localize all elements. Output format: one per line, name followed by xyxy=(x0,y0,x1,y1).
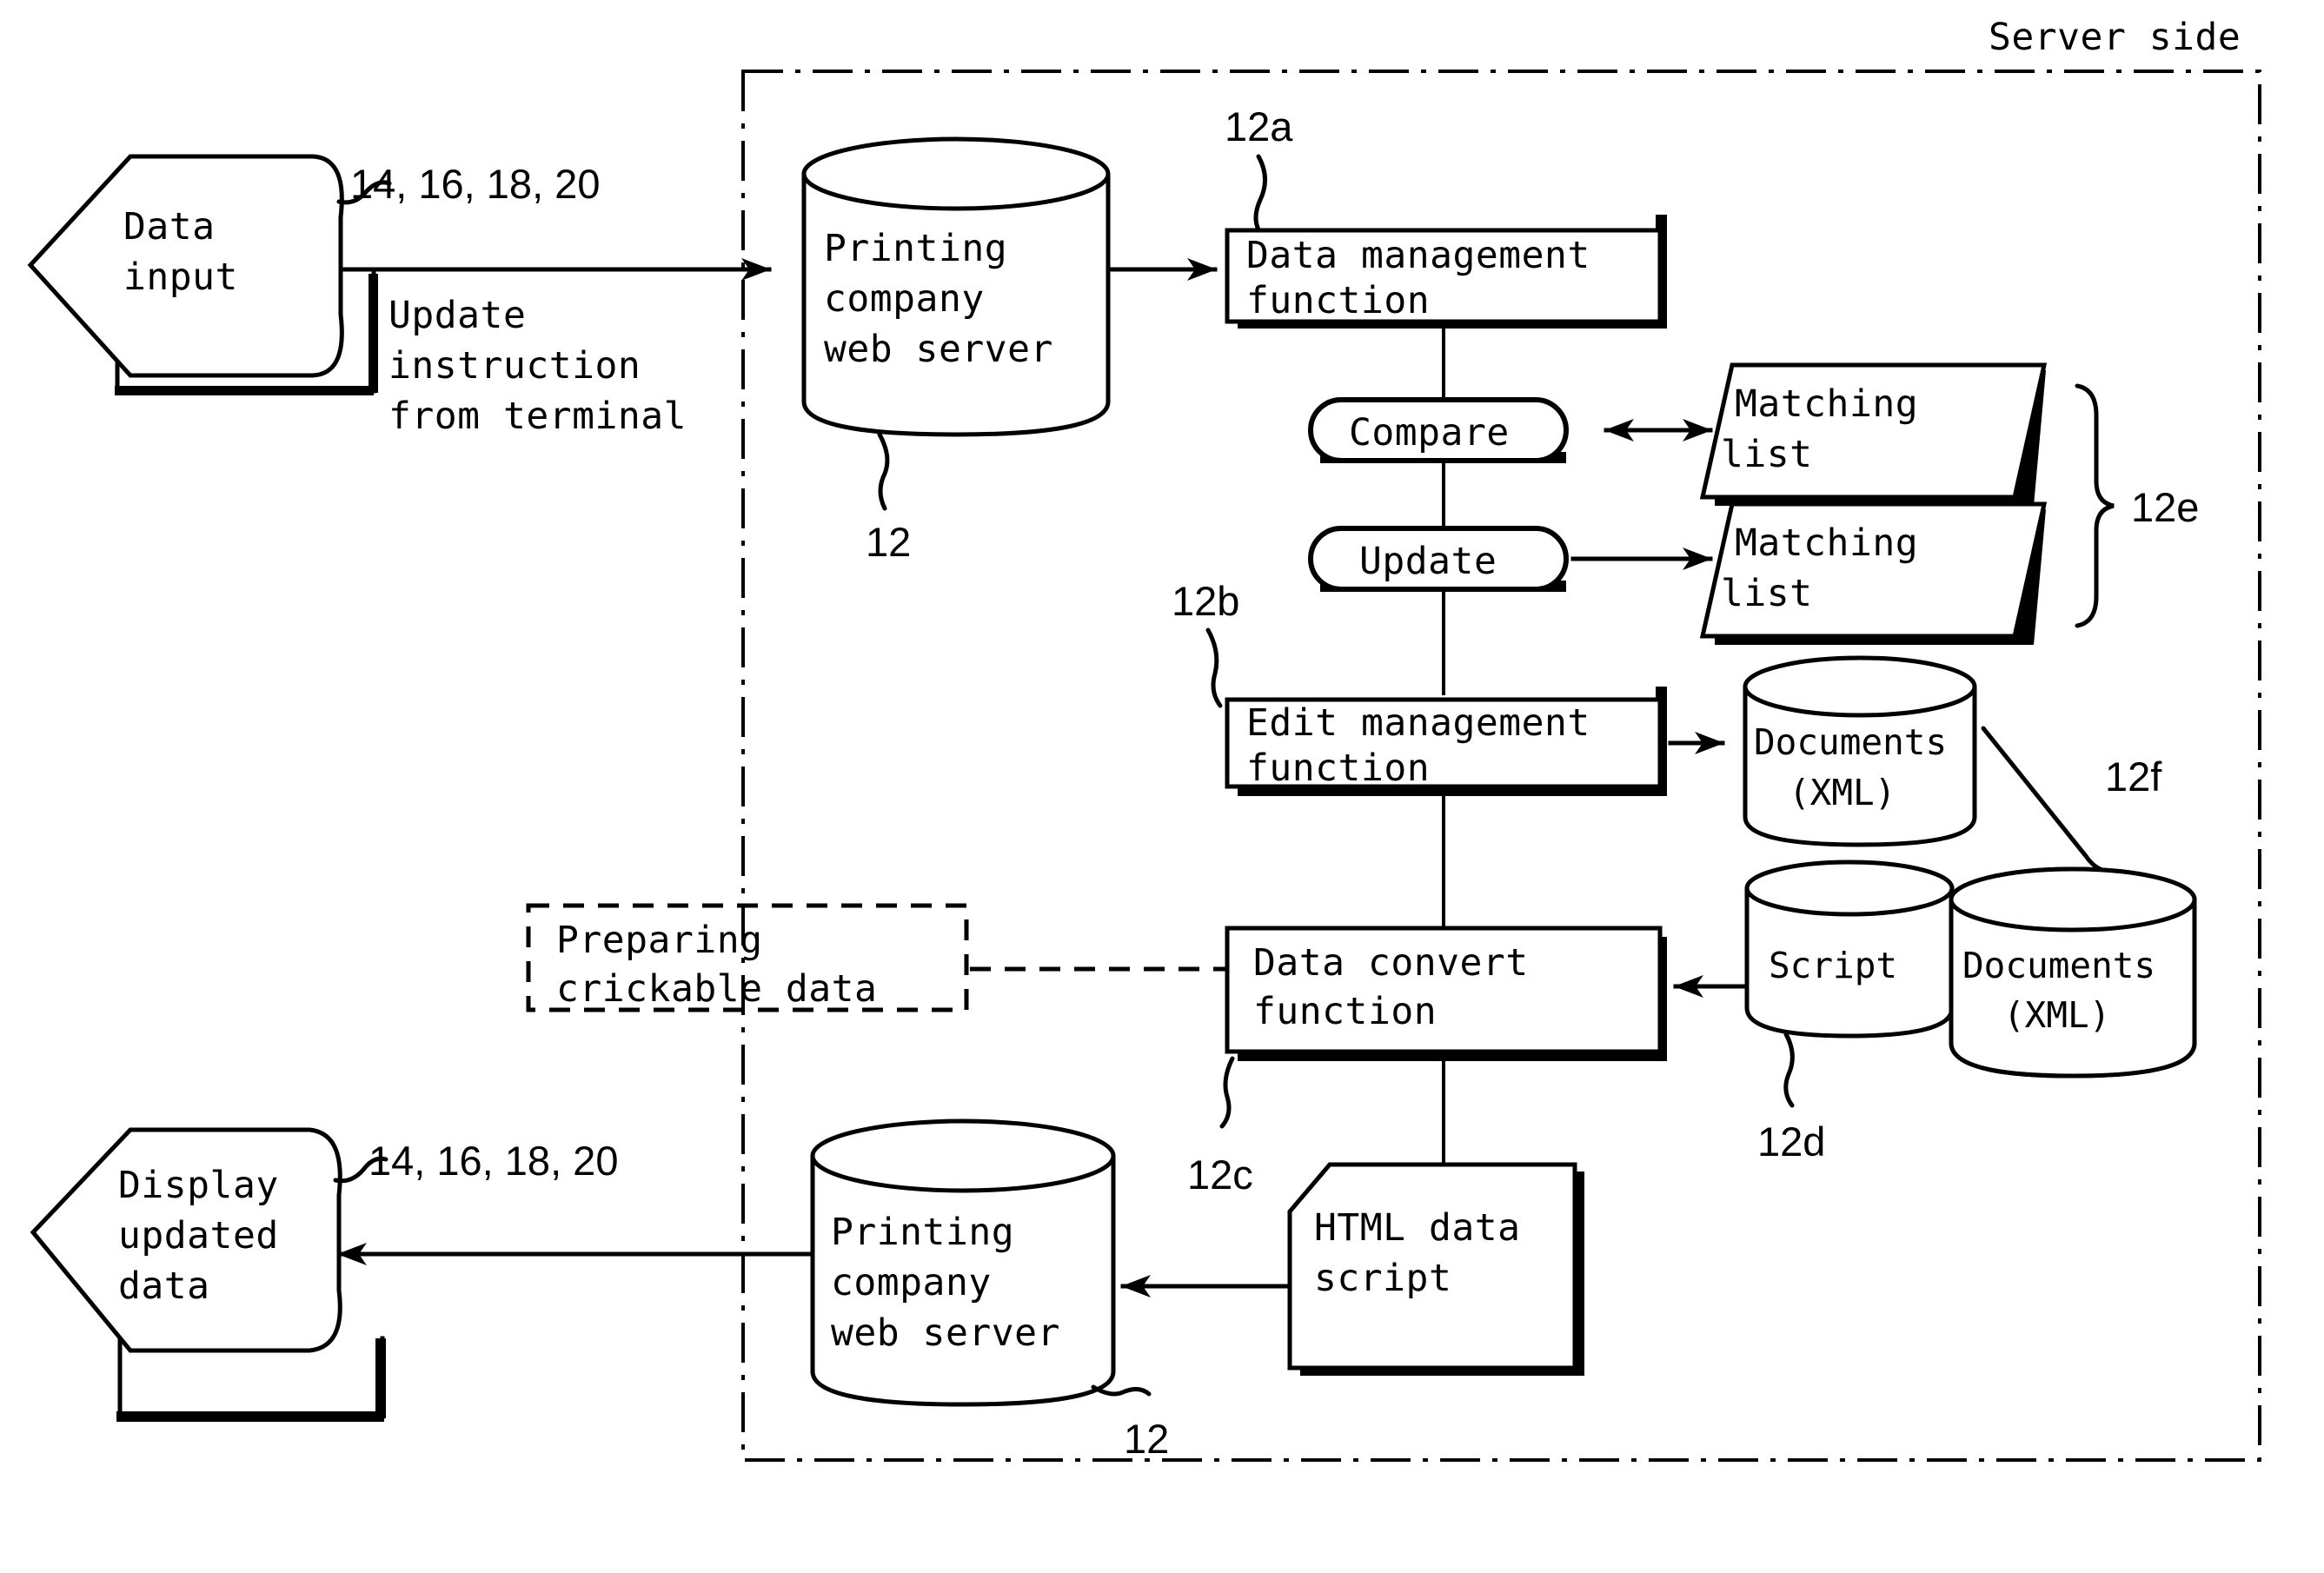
svg-text:data: data xyxy=(118,1264,210,1308)
data-convert-ref-leader xyxy=(1219,1056,1235,1129)
update-label: Update xyxy=(1359,540,1497,583)
svg-text:Data convert: Data convert xyxy=(1253,941,1529,985)
svg-text:Preparing: Preparing xyxy=(556,919,763,962)
svg-text:(XML): (XML) xyxy=(2003,994,2110,1036)
preparing-clickable-label: Preparing crickable data xyxy=(556,919,877,1011)
svg-text:(XML): (XML) xyxy=(1789,772,1896,813)
matching-group-brace xyxy=(2075,383,2115,628)
svg-text:company: company xyxy=(831,1261,992,1304)
svg-text:Data: Data xyxy=(123,205,216,249)
compare-label: Compare xyxy=(1349,411,1510,455)
svg-text:Data management: Data management xyxy=(1246,234,1590,277)
script-ref: 12d xyxy=(1757,1118,1825,1165)
edit-management-ref-leader xyxy=(1205,627,1223,708)
svg-text:web server: web server xyxy=(831,1311,1060,1355)
svg-text:Printing: Printing xyxy=(824,227,1007,270)
svg-text:updated: updated xyxy=(118,1214,279,1258)
svg-text:Documents: Documents xyxy=(1962,945,2155,986)
data-management-ref: 12a xyxy=(1225,103,1293,149)
script-label: Script xyxy=(1769,945,1897,986)
svg-text:Edit management: Edit management xyxy=(1246,701,1590,745)
web-server-top-ref-leader xyxy=(877,432,890,511)
update-instruction-label: Update instruction from terminal xyxy=(388,294,687,438)
documents-xml-top-ref: 12f xyxy=(2105,753,2162,800)
svg-text:HTML data: HTML data xyxy=(1314,1206,1521,1250)
figure-canvas: Data input 14, 16, 18, 20 Update instruc… xyxy=(0,0,2324,1573)
web-server-bottom-ref: 12 xyxy=(1124,1416,1169,1462)
flowchart-svg: Data input 14, 16, 18, 20 Update instruc… xyxy=(27,16,2261,1462)
svg-text:Matching: Matching xyxy=(1735,382,1918,426)
matching-group-ref: 12e xyxy=(2131,484,2199,530)
data-management-ref-leader xyxy=(1253,154,1267,236)
svg-text:function: function xyxy=(1246,279,1430,322)
svg-text:script: script xyxy=(1314,1257,1451,1300)
svg-text:instruction: instruction xyxy=(388,344,641,388)
documents-xml-top-ref-leader xyxy=(1981,726,2110,874)
script-ref-leader xyxy=(1783,1032,1795,1108)
svg-text:from terminal: from terminal xyxy=(388,395,687,438)
display-updated-ref: 14, 16, 18, 20 xyxy=(369,1138,618,1184)
svg-text:Printing: Printing xyxy=(831,1211,1014,1254)
svg-text:company: company xyxy=(824,277,985,321)
svg-text:function: function xyxy=(1246,747,1430,790)
svg-text:Display: Display xyxy=(118,1164,279,1207)
data-convert-ref: 12c xyxy=(1187,1152,1253,1198)
svg-text:Documents: Documents xyxy=(1754,721,1947,763)
edit-management-ref: 12b xyxy=(1172,578,1239,624)
data-input-ref: 14, 16, 18, 20 xyxy=(350,161,600,207)
svg-text:input: input xyxy=(123,256,238,299)
svg-text:function: function xyxy=(1253,990,1437,1033)
svg-text:web server: web server xyxy=(824,328,1053,371)
web-server-top-ref: 12 xyxy=(866,519,911,565)
svg-text:Matching: Matching xyxy=(1735,521,1918,565)
server-side-title: Server side xyxy=(1989,16,2241,59)
svg-text:list: list xyxy=(1721,572,1813,615)
svg-text:list: list xyxy=(1721,433,1813,476)
svg-text:crickable data: crickable data xyxy=(556,967,877,1011)
svg-text:Update: Update xyxy=(388,294,526,337)
